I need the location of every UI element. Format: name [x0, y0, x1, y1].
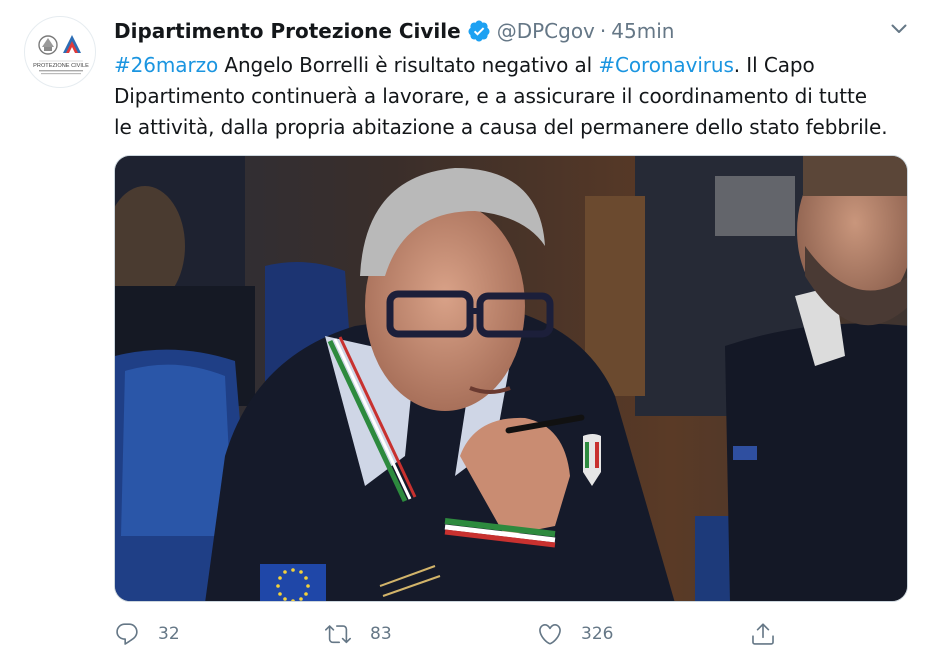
reply-button[interactable]: 32	[114, 614, 180, 654]
photo-image	[115, 156, 907, 601]
author-display-name[interactable]: Dipartimento Protezione Civile	[114, 19, 461, 43]
tweet-photo[interactable]	[114, 155, 908, 602]
tweet-header: Dipartimento Protezione Civile @DPCgov ·…	[114, 14, 674, 48]
tweet-timestamp[interactable]: 45min	[611, 19, 674, 43]
tweet[interactable]: PROTEZIONE CIVILE Dipartimento Protezion…	[0, 0, 932, 663]
tweet-text-line-2: Dipartimento continuerà a lavorare, e a …	[114, 84, 867, 108]
retweet-button[interactable]: 83	[324, 614, 392, 654]
verified-badge-icon	[467, 19, 491, 43]
like-count: 326	[581, 624, 614, 644]
share-icon	[752, 623, 774, 645]
like-button[interactable]: 326	[537, 614, 613, 654]
author-handle[interactable]: @DPCgov	[497, 19, 595, 43]
tweet-text-segment: . Il Capo	[733, 53, 815, 77]
retweet-icon	[325, 625, 351, 644]
retweet-count: 83	[370, 624, 392, 644]
avatar-logo-text: PROTEZIONE CIVILE	[33, 63, 89, 69]
chevron-down-icon	[891, 24, 907, 33]
tweet-text: #26marzo Angelo Borrelli è risultato neg…	[114, 50, 914, 143]
tweet-actions: 32 83 326	[114, 614, 814, 654]
reply-count: 32	[158, 624, 180, 644]
avatar[interactable]: PROTEZIONE CIVILE	[24, 16, 96, 88]
hashtag-link[interactable]: #Coronavirus	[598, 53, 734, 77]
share-button[interactable]	[750, 614, 776, 654]
more-options-button[interactable]	[884, 14, 914, 44]
tweet-text-segment: Angelo Borrelli è risultato negativo al	[218, 53, 599, 77]
tweet-text-line-3: le attività, dalla propria abitazione a …	[114, 115, 888, 139]
protezione-civile-logo-icon: PROTEZIONE CIVILE	[33, 35, 89, 75]
reply-icon	[116, 623, 138, 645]
tweet-text-line-1: #26marzo Angelo Borrelli è risultato neg…	[114, 50, 914, 81]
header-separator: ·	[599, 19, 607, 43]
hashtag-link[interactable]: #26marzo	[114, 53, 218, 77]
heart-icon	[539, 623, 561, 645]
